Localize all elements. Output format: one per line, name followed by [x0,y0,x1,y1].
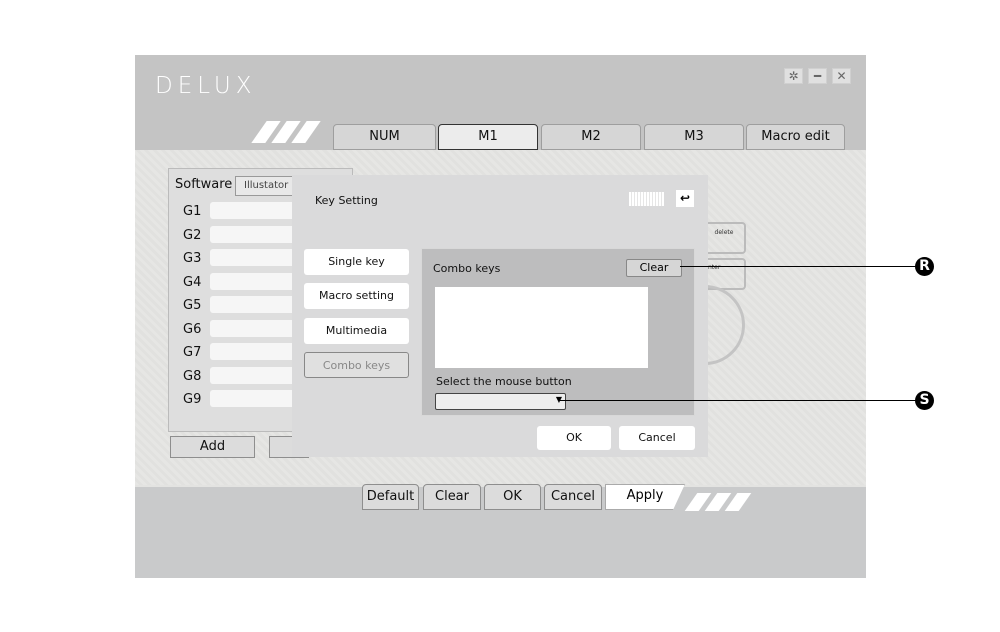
key-label: G5 [183,298,202,313]
select-mouse-button-label: Select the mouse button [436,375,572,388]
undo-icon[interactable]: ↩ [676,190,694,207]
callout-line-r [680,266,918,267]
delete-key: delete [702,222,746,254]
combo-keys-title: Combo keys [433,262,501,275]
delux-logo: DELUX [155,73,257,99]
dialog-ok-button[interactable]: OK [537,426,611,450]
gear-icon[interactable]: ✲ [784,68,803,84]
tab-num[interactable]: NUM [333,124,436,150]
option-single-key[interactable]: Single key [304,249,409,275]
key-label: G1 [183,204,202,219]
callout-line-s [558,400,918,401]
key-setting-dialog: Key Setting ↩ Single key Macro setting M… [292,175,708,457]
option-combo-keys[interactable]: Combo keys [304,352,409,378]
option-multimedia[interactable]: Multimedia [304,318,409,344]
tab-m3[interactable]: M3 [644,124,744,150]
mouse-button-select[interactable]: ▼ [435,393,566,410]
default-button[interactable]: Default [362,484,419,510]
add-button[interactable]: Add [170,436,255,458]
combo-keys-panel: Combo keys Clear Select the mouse button… [421,248,695,416]
key-label: G2 [183,227,202,243]
dialog-title: Key Setting [315,194,378,207]
callout-r: R [915,257,934,276]
stripes-decoration [683,493,753,515]
key-label: G3 [183,251,202,266]
key-label: G7 [183,345,202,360]
key-label: G4 [183,274,202,290]
combo-keys-input[interactable] [435,287,648,368]
apply-button[interactable]: Apply [605,484,685,510]
key-label: G9 [183,392,202,407]
key-label: G6 [183,321,202,337]
dialog-cancel-button[interactable]: Cancel [619,426,695,450]
tab-macro-edit[interactable]: Macro edit [746,124,845,150]
tab-m1[interactable]: M1 [438,124,538,150]
close-icon[interactable]: ✕ [832,68,851,84]
header: DELUX ✲ ━ ✕ NUM M1 M2 M3 Macro edit [135,55,866,150]
combo-clear-button[interactable]: Clear [626,259,682,277]
app-window: DELUX ✲ ━ ✕ NUM M1 M2 M3 Macro edit dele… [135,55,866,578]
minimize-icon[interactable]: ━ [808,68,827,84]
key-label: G8 [183,368,202,384]
option-macro-setting[interactable]: Macro setting [304,283,409,309]
ok-button[interactable]: OK [484,484,541,510]
stripes-decoration [251,121,321,143]
clear-button[interactable]: Clear [423,484,481,510]
tab-m2[interactable]: M2 [541,124,641,150]
cancel-button[interactable]: Cancel [544,484,602,510]
keyboard-icon[interactable] [629,192,664,206]
callout-s: S [915,391,934,410]
software-label: Software [175,177,233,192]
